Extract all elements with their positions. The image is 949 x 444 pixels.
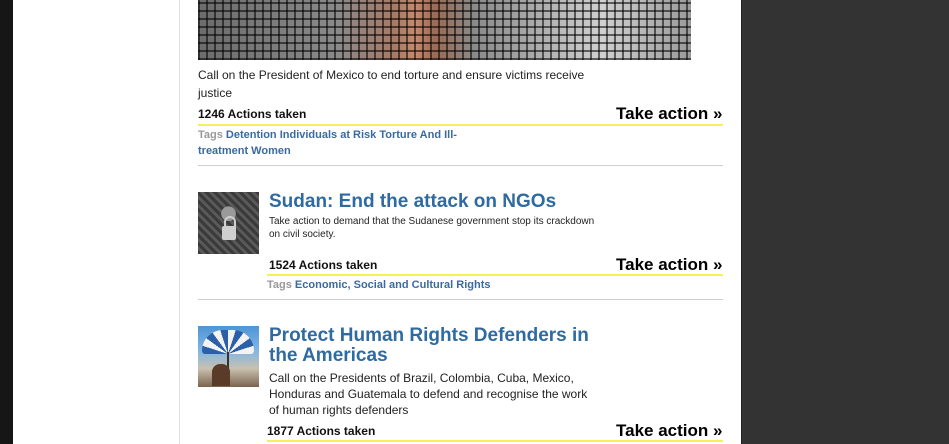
tag-link[interactable]: Detention Individuals at Risk Torture An… — [198, 129, 457, 157]
take-action-link[interactable]: Take action » — [616, 421, 722, 441]
action-image-mexico[interactable] — [198, 0, 691, 60]
action-underline — [267, 440, 723, 442]
action-title[interactable]: Protect Human Rights Defenders in the Am… — [269, 326, 599, 366]
content-divider — [179, 0, 180, 444]
tags-label: Tags — [198, 129, 223, 141]
tags-row: Tags Detention Individuals at Risk Tortu… — [198, 127, 458, 159]
action-title[interactable]: Sudan: End the attack on NGOs — [269, 192, 556, 212]
padlock-thumbnail[interactable] — [198, 192, 259, 254]
tags-label: Tags — [267, 279, 292, 291]
actions-count: 1877 Actions taken — [267, 424, 376, 438]
tag-link[interactable]: Economic, Social and Cultural Rights — [295, 279, 491, 291]
actions-count: 1246 Actions taken — [198, 107, 307, 121]
action-description: Call on the President of Mexico to end t… — [198, 68, 585, 100]
item-separator — [198, 165, 723, 166]
umbrella-canopy — [202, 330, 254, 354]
action-underline — [267, 274, 723, 276]
take-action-link[interactable]: Take action » — [616, 104, 722, 124]
padlock-body — [222, 226, 236, 240]
action-description: Call on the Presidents of Brazil, Colomb… — [269, 371, 588, 417]
action-underline — [198, 124, 723, 126]
person-figure — [212, 364, 230, 386]
action-description: Take action to demand that the Sudanese … — [269, 216, 595, 240]
take-action-link[interactable]: Take action » — [616, 255, 722, 275]
right-sidebar-panel — [741, 0, 949, 444]
item-separator — [198, 299, 723, 300]
tags-row: Tags Economic, Social and Cultural Right… — [267, 277, 491, 293]
left-page-border — [0, 0, 13, 444]
umbrella-thumbnail[interactable] — [198, 326, 259, 387]
actions-count: 1524 Actions taken — [269, 258, 378, 272]
